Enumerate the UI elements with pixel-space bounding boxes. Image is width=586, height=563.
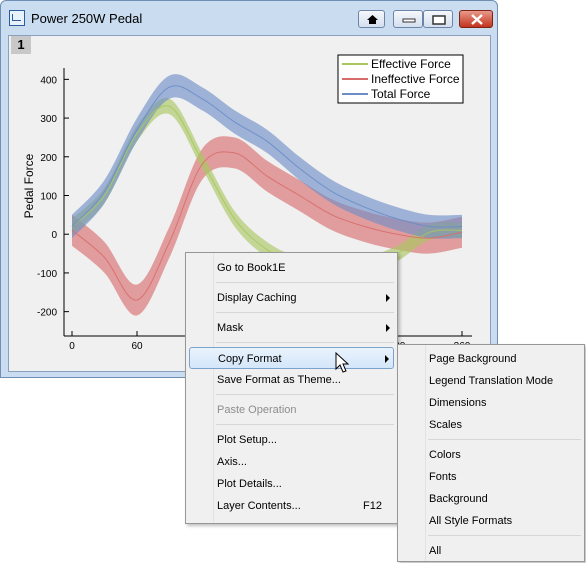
menu-item-label: Mask <box>217 322 244 334</box>
menu-item-label: Fonts <box>429 471 457 483</box>
y-tick-label: -100 <box>37 269 57 280</box>
menu-item-label: Display Caching <box>217 292 297 304</box>
menu-item-page-background[interactable]: Page Background <box>401 348 581 370</box>
legend-entry: Effective Force <box>371 57 451 71</box>
menu-item-label: Plot Setup... <box>217 434 277 446</box>
menu-item-label: Copy Format <box>218 353 282 365</box>
y-axis-label: Pedal Force <box>22 153 36 218</box>
copy-format-submenu[interactable]: Page Background Legend Translation Mode Di… <box>397 344 585 562</box>
menu-item-background[interactable]: Background <box>401 488 581 510</box>
menu-item-label: Dimensions <box>429 397 487 409</box>
menu-item-label: All <box>429 545 442 557</box>
menu-item-save-format-as-theme[interactable]: Save Format as Theme... <box>189 369 394 391</box>
menu-item-label: Page Background <box>429 353 517 365</box>
y-tick-label: 300 <box>40 114 57 125</box>
menu-separator <box>216 282 394 283</box>
close-icon <box>471 14 483 25</box>
menu-item-fonts[interactable]: Fonts <box>401 466 581 488</box>
menu-item-paste-operation: Paste Operation <box>189 399 394 421</box>
context-menu[interactable]: Go to Book1E Display Caching Mask Copy Form… <box>185 252 398 524</box>
menu-item-plot-details[interactable]: Plot Details... <box>189 473 394 495</box>
mouse-pointer-icon <box>335 352 350 373</box>
menu-separator <box>216 342 394 343</box>
title-bar[interactable]: Power 250W Pedal <box>1 1 497 37</box>
submenu-arrow-icon <box>386 324 390 332</box>
menu-item-layer-contents[interactable]: Layer Contents... F12 <box>189 495 394 517</box>
menu-item-label: Legend Translation Mode <box>429 375 554 387</box>
menu-item-legend-translation-mode[interactable]: Legend Translation Mode <box>401 370 581 392</box>
close-button[interactable] <box>459 10 493 28</box>
window-title: Power 250W Pedal <box>31 11 143 26</box>
menu-item-all[interactable]: All <box>401 540 581 562</box>
maximize-icon <box>432 15 446 25</box>
total-force-line <box>71 85 463 228</box>
legend-entry: Total Force <box>371 87 431 101</box>
y-tick-label: -200 <box>37 308 57 319</box>
y-tick-label: 0 <box>51 230 57 241</box>
menu-item-label: Background <box>429 493 488 505</box>
menu-item-label: Scales <box>429 419 463 431</box>
menu-item-label: All Style Formats <box>429 515 513 527</box>
menu-item-copy-format[interactable]: Copy Format <box>189 347 394 369</box>
menu-item-dimensions[interactable]: Dimensions <box>401 392 581 414</box>
home-icon <box>367 15 378 24</box>
menu-item-label: Colors <box>429 449 461 461</box>
y-tick-label: 400 <box>40 75 57 86</box>
menu-item-label: Save Format as Theme... <box>217 374 341 386</box>
menu-item-label: Paste Operation <box>217 404 297 416</box>
menu-item-shortcut: F12 <box>363 500 382 512</box>
submenu-arrow-icon <box>385 355 389 363</box>
x-tick-label: 60 <box>131 341 143 352</box>
menu-item-mask[interactable]: Mask <box>189 317 394 339</box>
x-tick-label: 0 <box>69 341 75 352</box>
menu-separator <box>216 424 394 425</box>
minimize-icon <box>402 18 416 23</box>
legend-entry: Ineffective Force <box>371 72 460 86</box>
maximize-button[interactable] <box>423 10 453 28</box>
menu-item-plot-setup[interactable]: Plot Setup... <box>189 429 394 451</box>
graph-app-icon <box>9 10 25 26</box>
legend[interactable]: Effective ForceIneffective ForceTotal Fo… <box>337 54 464 104</box>
menu-item-colors[interactable]: Colors <box>401 444 581 466</box>
menu-item-label: Axis... <box>217 456 247 468</box>
menu-item-go-to-book1e[interactable]: Go to Book1E <box>189 257 394 279</box>
menu-item-label: Layer Contents... <box>217 500 301 512</box>
minimize-button[interactable] <box>393 10 423 28</box>
y-tick-label: 100 <box>40 192 57 203</box>
menu-item-axis[interactable]: Axis... <box>189 451 394 473</box>
y-tick-label: 200 <box>40 153 57 164</box>
menu-item-scales[interactable]: Scales <box>401 414 581 436</box>
menu-item-display-caching[interactable]: Display Caching <box>189 287 394 309</box>
menu-separator <box>428 535 581 536</box>
menu-separator <box>216 394 394 395</box>
menu-item-label: Go to Book1E <box>217 262 286 274</box>
home-button[interactable] <box>358 10 385 28</box>
menu-item-label: Plot Details... <box>217 478 282 490</box>
menu-separator <box>216 312 394 313</box>
menu-separator <box>428 439 581 440</box>
submenu-arrow-icon <box>386 294 390 302</box>
menu-item-all-style-formats[interactable]: All Style Formats <box>401 510 581 532</box>
